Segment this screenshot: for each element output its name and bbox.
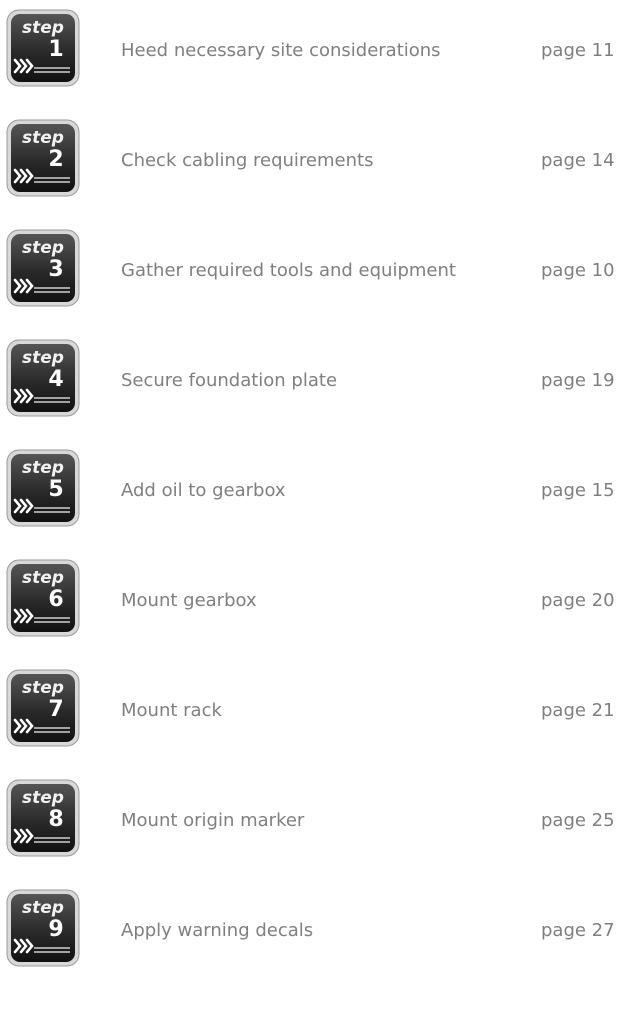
step-page-reference: page 10: [541, 260, 615, 281]
badge-word: step: [22, 788, 64, 808]
step-badge-icon: step 3: [6, 228, 81, 308]
step-item: step 6 Mount gearbox page 20: [0, 558, 631, 638]
step-badge-icon: step 4: [6, 338, 81, 418]
step-page-reference: page 21: [541, 700, 615, 721]
step-description: Secure foundation plate: [121, 370, 338, 391]
step-item: step 2 Check cabling requirements page 14: [0, 118, 631, 198]
step-item: step 1 Heed necessary site considerations p…: [0, 8, 631, 88]
step-page-reference: page 20: [541, 590, 615, 611]
badge-number: 8: [48, 807, 63, 832]
step-description: Add oil to gearbox: [121, 480, 286, 501]
badge-number: 5: [48, 477, 63, 502]
badge-word: step: [22, 128, 64, 148]
step-badge-icon: step 1: [6, 8, 81, 88]
step-description: Check cabling requirements: [121, 150, 374, 171]
step-page-reference: page 15: [541, 480, 615, 501]
step-badge-icon: step 9: [6, 888, 81, 968]
step-item: step 9 Apply warning decals page 27: [0, 888, 631, 968]
step-description: Gather required tools and equipment: [121, 260, 456, 281]
badge-word: step: [22, 238, 64, 258]
step-item: step 7 Mount rack page 21: [0, 668, 631, 748]
step-description: Mount gearbox: [121, 590, 257, 611]
step-item: step 3 Gather required tools and equipment…: [0, 228, 631, 308]
step-badge-icon: step 5: [6, 448, 81, 528]
step-badge-icon: step 7: [6, 668, 81, 748]
badge-word: step: [22, 678, 64, 698]
badge-number: 3: [48, 257, 63, 282]
badge-word: step: [22, 18, 64, 38]
badge-word: step: [22, 898, 64, 918]
badge-number: 7: [48, 697, 63, 722]
step-item: step 8 Mount origin marker page 25: [0, 778, 631, 858]
step-badge-icon: step 6: [6, 558, 81, 638]
step-description: Apply warning decals: [121, 920, 314, 941]
step-description: Mount rack: [121, 700, 222, 721]
step-description: Mount origin marker: [121, 810, 305, 831]
badge-word: step: [22, 348, 64, 368]
step-badge-icon: step 2: [6, 118, 81, 198]
badge-number: 9: [48, 917, 63, 942]
step-description: Heed necessary site considerations: [121, 40, 441, 61]
step-page-reference: page 27: [541, 920, 615, 941]
step-page-reference: page 25: [541, 810, 615, 831]
badge-number: 4: [48, 367, 63, 392]
step-item: step 5 Add oil to gearbox page 15: [0, 448, 631, 528]
step-page-reference: page 19: [541, 370, 615, 391]
step-badge-icon: step 8: [6, 778, 81, 858]
badge-word: step: [22, 568, 64, 588]
step-page-reference: page 14: [541, 150, 615, 171]
badge-number: 2: [48, 147, 63, 172]
badge-number: 6: [48, 587, 63, 612]
badge-number: 1: [48, 37, 63, 62]
step-item: step 4 Secure foundation plate page 19: [0, 338, 631, 418]
badge-word: step: [22, 458, 64, 478]
step-page-reference: page 11: [541, 40, 615, 61]
